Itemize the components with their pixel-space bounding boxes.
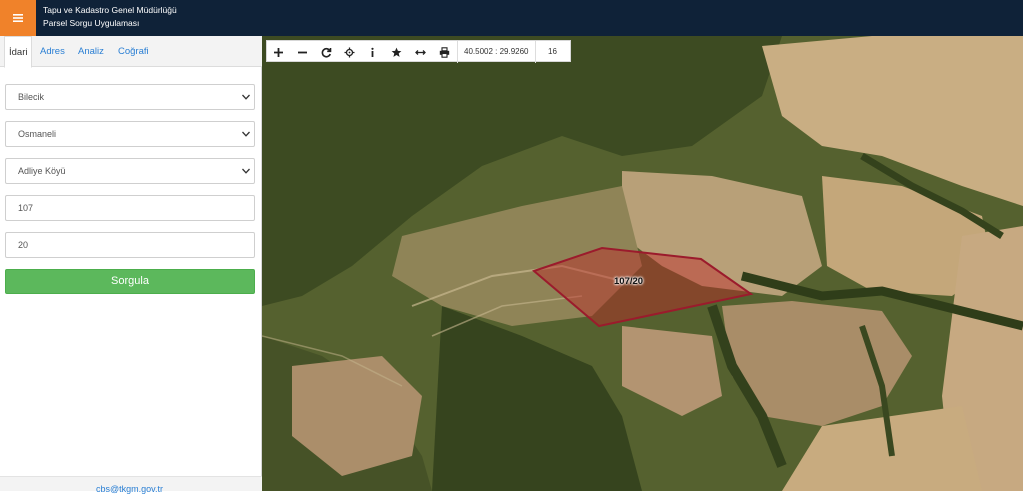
app-title-line1: Tapu ve Kadastro Genel Müdürlüğü (43, 5, 177, 15)
top-bar: Tapu ve Kadastro Genel Müdürlüğü Parsel … (0, 0, 1023, 36)
province-value: Bilecik (18, 92, 45, 102)
locate-button[interactable] (338, 41, 360, 63)
hamburger-icon (13, 14, 23, 22)
app-title-line2: Parsel Sorgu Uygulaması (43, 18, 140, 28)
locate-icon (344, 47, 354, 57)
app-title: Tapu ve Kadastro Genel Müdürlüğü Parsel … (43, 4, 177, 30)
chevron-down-icon (242, 131, 250, 137)
sidebar-footer: cbs@tkgm.gov.tr (0, 476, 262, 494)
neighborhood-value: Adliye Köyü (18, 166, 66, 176)
zoom-out-button[interactable] (291, 41, 313, 63)
contact-email-link[interactable]: cbs@tkgm.gov.tr (96, 484, 163, 494)
neighborhood-select[interactable]: Adliye Köyü (5, 158, 255, 184)
print-icon (439, 46, 449, 58)
parcel-label[interactable]: 107/20 (614, 276, 643, 287)
zoom-level: 16 (548, 47, 557, 56)
map-toolbar: 40.5002 : 29.9260 16 (266, 40, 571, 63)
chevron-down-icon (242, 94, 250, 100)
query-button[interactable]: Sorgula (5, 269, 255, 294)
star-icon (391, 47, 401, 57)
zoom-in-icon (273, 47, 283, 57)
tab-cografi[interactable]: Coğrafi (114, 36, 153, 67)
measure-button[interactable] (409, 41, 431, 63)
favorite-button[interactable] (385, 41, 407, 63)
menu-button[interactable] (0, 0, 36, 36)
zoom-out-icon (297, 51, 307, 53)
map-view[interactable]: 40.5002 : 29.9260 16 107/20 (262, 36, 1023, 491)
coordinate-readout: 40.5002 : 29.9260 (457, 41, 536, 63)
measure-icon (414, 49, 426, 55)
refresh-icon (321, 47, 331, 58)
refresh-button[interactable] (315, 41, 337, 63)
tab-bar: İdari Adres Analiz Coğrafi (0, 36, 262, 68)
zoom-in-button[interactable] (267, 41, 289, 63)
info-button[interactable] (361, 41, 383, 63)
block-input[interactable]: 107 (5, 195, 255, 221)
tab-adres[interactable]: Adres (36, 36, 69, 67)
sidebar: İdari Adres Analiz Coğrafi Bilecik Osman… (0, 36, 262, 494)
parcel-value: 20 (18, 240, 29, 250)
info-icon (370, 47, 374, 57)
print-button[interactable] (433, 41, 455, 63)
chevron-down-icon (242, 168, 250, 174)
province-select[interactable]: Bilecik (5, 84, 255, 110)
block-value: 107 (18, 203, 34, 213)
district-value: Osmaneli (18, 129, 57, 139)
tab-idari[interactable]: İdari (4, 36, 33, 68)
tab-analiz[interactable]: Analiz (74, 36, 108, 67)
district-select[interactable]: Osmaneli (5, 121, 255, 147)
parcel-input[interactable]: 20 (5, 232, 255, 258)
satellite-imagery (262, 36, 1023, 491)
